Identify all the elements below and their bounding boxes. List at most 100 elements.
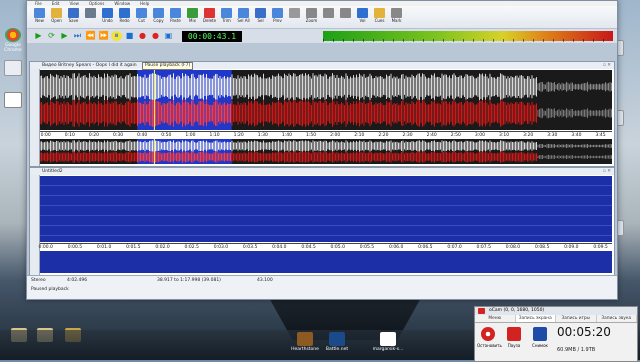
stop-icon[interactable]: ■ xyxy=(124,31,135,41)
play-loop-icon[interactable]: ⟳ xyxy=(46,31,57,41)
toolbar-label: Paste xyxy=(170,18,181,23)
toolbar-label: Delete xyxy=(202,18,217,23)
transport-bar: ▶ ⟳ ▶ ⏭ ⏪ ⏩ ⏸ ■ ● ● ▣ 00:00:43.1 xyxy=(27,29,617,44)
close-icon[interactable]: ▫ ✕ xyxy=(603,168,611,175)
ruler-tick-label: 0:03.5 xyxy=(242,245,258,250)
status-message: Paused playback xyxy=(31,287,69,292)
monitor-icon[interactable]: ▣ xyxy=(163,31,174,41)
toolbar-button-3[interactable] xyxy=(82,6,99,27)
tab-game-record[interactable]: Запись игры xyxy=(556,315,597,322)
toolbar-label: Mark xyxy=(391,18,402,23)
desktop-icon-file[interactable] xyxy=(2,60,24,77)
toolbar-button-12[interactable]: Sel All xyxy=(235,6,252,27)
taskbar-item-file[interactable]: margarsik-s... xyxy=(370,332,406,352)
toolbar-button-4[interactable]: Undo xyxy=(99,6,116,27)
toolbar-icon xyxy=(255,8,266,18)
status-length: 4:02.496 xyxy=(67,278,88,283)
recorder-body: Остановить Пауза Снимок 00:05:20 60.9MB … xyxy=(475,323,637,361)
hearthstone-icon xyxy=(297,332,313,346)
desktop-icon-chrome[interactable]: Google Chrome xyxy=(2,28,24,53)
toolbar-button-5[interactable]: Redo xyxy=(116,6,133,27)
record-new-icon[interactable]: ● xyxy=(150,31,161,41)
skip-end-icon[interactable]: ⏭ xyxy=(72,31,83,41)
pause-button[interactable]: Пауза xyxy=(503,325,525,355)
status-bar: Stereo 4:02.496 38.917 to 1:17.998 (39.0… xyxy=(27,275,617,299)
tab-menu[interactable]: Меню xyxy=(475,315,516,322)
ruler-tick-label: 3:10 xyxy=(499,133,510,138)
taskbar-item-hearthstone[interactable]: Hearthstone xyxy=(290,332,320,352)
waveform-main[interactable] xyxy=(40,70,612,130)
ruler-tick-label: 2:30 xyxy=(402,133,413,138)
ruler-tick-label: 0:07.5 xyxy=(476,245,491,250)
toolbar-button-9[interactable]: Mix xyxy=(184,6,201,27)
ruler-tick-label: 3:00 xyxy=(474,133,485,138)
desktop-icon-doc[interactable] xyxy=(2,92,24,109)
toolbar-button-21[interactable]: Mark xyxy=(388,6,405,27)
ruler-tick-label: 0:00.5 xyxy=(67,245,83,250)
pause-tooltip: Pause playback (F7) xyxy=(142,62,194,70)
toolbar-button-18[interactable] xyxy=(337,6,354,27)
toolbar-icon xyxy=(323,8,334,18)
audio-editor-window: File Edit View Options Window Help New Op… xyxy=(26,0,618,300)
toolbar-button-11[interactable]: Trim xyxy=(218,6,235,27)
snapshot-button-label: Снимок xyxy=(532,343,548,348)
ruler-tick-label: 0:05.5 xyxy=(359,245,375,250)
workspace: Видео Britney Spears - Oops I did it aga… xyxy=(27,43,617,279)
toolbar-button-14[interactable]: Prev xyxy=(269,6,286,27)
toolbar-icon xyxy=(272,8,283,18)
waveform-overview[interactable] xyxy=(40,139,612,164)
track-window-1[interactable]: Видео Britney Spears - Oops I did it aga… xyxy=(29,61,615,167)
waveform-overview-empty[interactable] xyxy=(40,251,612,273)
recording-size: 60.9MB / 1.9TB xyxy=(557,347,596,353)
toolbar-button-7[interactable]: Copy xyxy=(150,6,167,27)
toolbar-label: Sel All xyxy=(237,18,250,23)
snapshot-button[interactable]: Снимок xyxy=(529,325,551,355)
pause-icon[interactable]: ⏸ xyxy=(111,31,122,41)
play-icon[interactable]: ▶ xyxy=(33,31,44,41)
level-meter xyxy=(323,31,613,42)
taskbar-item-battlenet[interactable]: Battle.net xyxy=(322,332,352,352)
toolbar-button-17[interactable] xyxy=(320,6,337,27)
recorder-title: oCam (0, 0, 1680, 1050) xyxy=(475,307,637,315)
play-selection-icon[interactable]: ▶ xyxy=(59,31,70,41)
ruler-tick-label: 0:04.0 xyxy=(272,245,287,250)
toolbar-button-6[interactable]: Cut xyxy=(133,6,150,27)
level-meter-scale xyxy=(323,39,613,42)
record-icon[interactable]: ● xyxy=(137,31,148,41)
toolbar-icon xyxy=(306,8,317,18)
track-sidebar xyxy=(30,175,40,278)
waveform-empty[interactable] xyxy=(40,176,612,242)
ruler-tick-label: 0:40 xyxy=(137,133,148,138)
toolbar-button-16[interactable]: Zoom xyxy=(303,6,320,27)
close-icon[interactable]: ▫ ✕ xyxy=(603,62,611,69)
toolbar-button-19[interactable]: Vol xyxy=(354,6,371,27)
tab-screen-record[interactable]: Запись экрана xyxy=(515,315,556,322)
track-window-2[interactable]: Untitled2 ▫ ✕ 0:00.0 0:00.5 0:01.0 0:01.5 0:… xyxy=(29,167,615,279)
toolbar-icon xyxy=(68,8,79,18)
toolbar-button-10[interactable]: Delete xyxy=(201,6,218,27)
taskbar-item-label: Battle.net xyxy=(325,347,349,352)
toolbar-button-20[interactable]: Cues xyxy=(371,6,388,27)
track-sidebar xyxy=(30,69,40,166)
ruler-tick-label: 0:04.5 xyxy=(301,245,316,250)
toolbar-icon xyxy=(374,8,385,18)
toolbar-button-15[interactable] xyxy=(286,6,303,27)
toolbar-label: Save xyxy=(68,18,79,23)
toolbar-button-1[interactable]: Open xyxy=(48,6,65,27)
main-toolbar: New Open Save Undo Redo Cut Copy Paste Mix Delete… xyxy=(27,6,617,29)
toolbar-button-2[interactable]: Save xyxy=(65,6,82,27)
ruler-tick-label: 2:10 xyxy=(354,133,365,138)
fast-forward-icon[interactable]: ⏩ xyxy=(98,31,109,41)
tab-audio-record[interactable]: Запись звука xyxy=(597,315,637,322)
taskbar-item-label: margarsik-s... xyxy=(372,347,404,352)
ruler-tick-label: 0:06.5 xyxy=(418,245,433,250)
stop-button[interactable]: Остановить xyxy=(477,325,502,355)
toolbar-button-8[interactable]: Paste xyxy=(167,6,184,27)
rewind-icon[interactable]: ⏪ xyxy=(85,31,96,41)
toolbar-button-13[interactable]: Sel xyxy=(252,6,269,27)
ruler-tick-label: 1:10 xyxy=(209,133,220,138)
ruler-tick-label: 0:00 xyxy=(40,133,51,138)
ruler-tick-label: 0:09.0 xyxy=(564,245,579,250)
ruler-tick-label: 0:20 xyxy=(88,133,100,138)
toolbar-button-0[interactable]: New xyxy=(31,6,48,27)
